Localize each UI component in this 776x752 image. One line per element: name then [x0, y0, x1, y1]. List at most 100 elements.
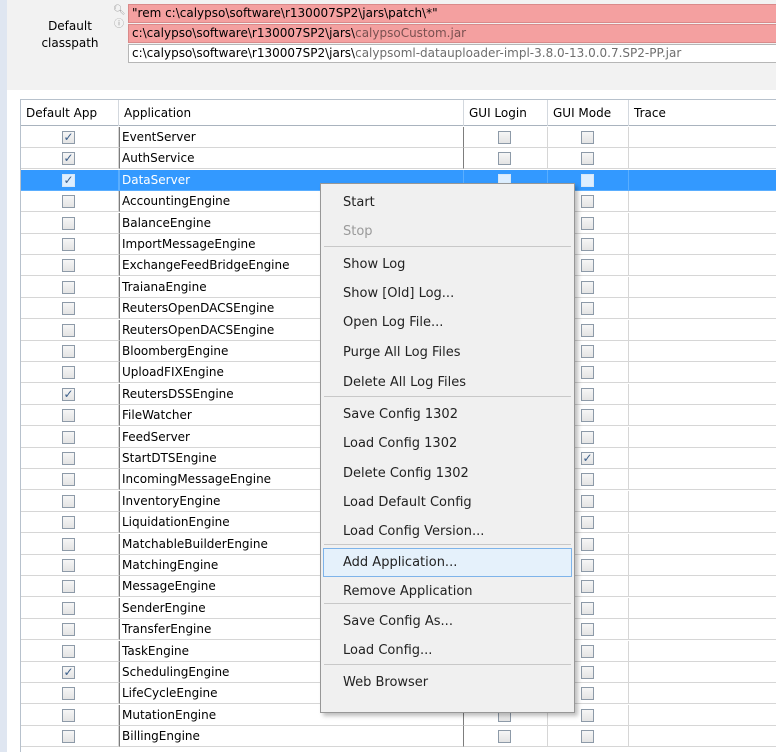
default-app-cell[interactable] [21, 704, 119, 726]
trace-cell[interactable] [629, 362, 776, 384]
trace-cell[interactable] [629, 491, 776, 512]
default-app-checkbox[interactable] [62, 494, 75, 508]
trace-cell[interactable] [629, 255, 776, 277]
gui-mode-checkbox[interactable] [581, 323, 594, 337]
gui-mode-checkbox[interactable] [581, 559, 594, 572]
trace-cell[interactable] [629, 213, 776, 234]
gui-mode-cell[interactable] [548, 148, 629, 170]
gui-mode-checkbox[interactable] [581, 687, 594, 701]
trace-cell[interactable] [629, 619, 776, 641]
default-app-checkbox[interactable] [62, 366, 75, 380]
default-app-cell[interactable]: ✓ [21, 169, 119, 191]
menu-item-start[interactable]: Start [323, 188, 572, 217]
gui-mode-checkbox[interactable] [581, 473, 594, 487]
default-app-checkbox[interactable] [62, 238, 75, 251]
trace-cell[interactable] [629, 191, 776, 213]
default-app-checkbox[interactable]: ✓ [62, 173, 75, 187]
default-app-checkbox[interactable] [62, 730, 75, 744]
gui-mode-checkbox[interactable] [581, 387, 594, 401]
trace-cell[interactable] [629, 234, 776, 255]
gui-mode-checkbox[interactable] [581, 623, 594, 637]
menu-item-add-application[interactable]: Add Application... [323, 548, 572, 577]
column-header[interactable]: Application [119, 100, 464, 126]
default-app-cell[interactable]: ✓ [21, 148, 119, 170]
trace-cell[interactable] [629, 555, 776, 576]
gui-mode-checkbox[interactable] [581, 730, 594, 744]
gui-mode-checkbox[interactable] [581, 152, 594, 166]
default-app-checkbox[interactable] [62, 687, 75, 701]
trace-cell[interactable] [629, 298, 776, 320]
gui-mode-cell[interactable] [548, 127, 629, 148]
default-app-cell[interactable]: ✓ [21, 662, 119, 683]
default-app-cell[interactable] [21, 276, 119, 298]
default-app-checkbox[interactable] [62, 473, 75, 487]
default-app-checkbox[interactable] [62, 452, 75, 465]
default-app-cell[interactable]: ✓ [21, 383, 119, 405]
gui-mode-checkbox[interactable] [581, 708, 594, 722]
trace-cell[interactable] [629, 641, 776, 662]
trace-cell[interactable] [629, 469, 776, 491]
menu-item-stop[interactable]: Stop [323, 217, 572, 246]
default-app-cell[interactable] [21, 640, 119, 662]
default-app-cell[interactable]: ✓ [21, 127, 119, 148]
trace-cell[interactable] [629, 598, 776, 619]
gui-mode-checkbox[interactable] [581, 537, 594, 551]
gui-mode-cell[interactable] [548, 726, 629, 748]
menu-item-save-config-1302[interactable]: Save Config 1302 [323, 400, 572, 429]
default-app-cell[interactable] [21, 341, 119, 362]
default-app-cell[interactable] [21, 405, 119, 427]
default-app-cell[interactable] [21, 512, 119, 534]
gui-mode-checkbox[interactable] [581, 580, 594, 594]
menu-item-show-old-log[interactable]: Show [Old] Log... [323, 279, 572, 308]
default-app-checkbox[interactable]: ✓ [62, 131, 75, 144]
trace-cell[interactable] [629, 277, 776, 298]
default-app-cell[interactable] [21, 555, 119, 576]
table-row[interactable]: BillingEngine [21, 726, 776, 748]
gui-mode-checkbox[interactable] [581, 666, 594, 679]
default-app-checkbox[interactable] [62, 345, 75, 358]
gui-login-cell[interactable] [464, 726, 548, 748]
column-header[interactable]: GUI Mode [548, 100, 629, 126]
default-app-cell[interactable] [21, 619, 119, 641]
gui-login-cell[interactable] [464, 148, 548, 170]
gui-login-checkbox[interactable] [498, 152, 511, 166]
default-app-checkbox[interactable] [62, 644, 75, 658]
default-app-checkbox[interactable]: ✓ [62, 666, 75, 679]
trace-cell[interactable] [629, 683, 776, 705]
gui-mode-checkbox[interactable] [581, 259, 594, 273]
menu-item-open-log-file[interactable]: Open Log File... [323, 308, 572, 337]
gui-mode-checkbox[interactable]: ✓ [581, 452, 594, 465]
gui-mode-checkbox[interactable] [581, 216, 594, 230]
default-app-cell[interactable] [21, 234, 119, 255]
menu-item-web-browser[interactable]: Web Browser [323, 668, 572, 697]
default-app-cell[interactable] [21, 469, 119, 491]
trace-cell[interactable] [629, 427, 776, 448]
gui-mode-checkbox[interactable] [581, 238, 594, 251]
gui-mode-checkbox[interactable] [581, 601, 594, 615]
default-app-cell[interactable] [21, 533, 119, 555]
default-app-cell[interactable] [21, 255, 119, 277]
menu-item-show-log[interactable]: Show Log [323, 250, 572, 279]
default-app-cell[interactable] [21, 726, 119, 748]
trace-cell[interactable] [629, 726, 776, 748]
trace-cell[interactable] [629, 169, 776, 191]
column-header[interactable]: Trace [629, 100, 776, 126]
default-app-checkbox[interactable] [62, 559, 75, 572]
menu-item-purge-all-log-files[interactable]: Purge All Log Files [323, 338, 572, 367]
gui-mode-checkbox[interactable] [581, 131, 594, 144]
menu-item-delete-all-log-files[interactable]: Delete All Log Files [323, 368, 572, 397]
trace-cell[interactable] [629, 512, 776, 534]
trace-cell[interactable] [629, 705, 776, 726]
default-app-checkbox[interactable] [62, 259, 75, 273]
default-app-cell[interactable] [21, 448, 119, 469]
menu-item-load-config[interactable]: Load Config... [323, 636, 572, 665]
default-app-checkbox[interactable] [62, 302, 75, 316]
default-app-checkbox[interactable] [62, 430, 75, 444]
trace-cell[interactable] [629, 405, 776, 427]
gui-mode-checkbox[interactable] [581, 644, 594, 658]
table-row[interactable]: ✓ AuthService [21, 148, 776, 170]
column-header[interactable]: GUI Login [464, 100, 548, 126]
default-app-checkbox[interactable] [62, 280, 75, 294]
default-app-checkbox[interactable] [62, 195, 75, 209]
default-app-cell[interactable] [21, 212, 119, 234]
